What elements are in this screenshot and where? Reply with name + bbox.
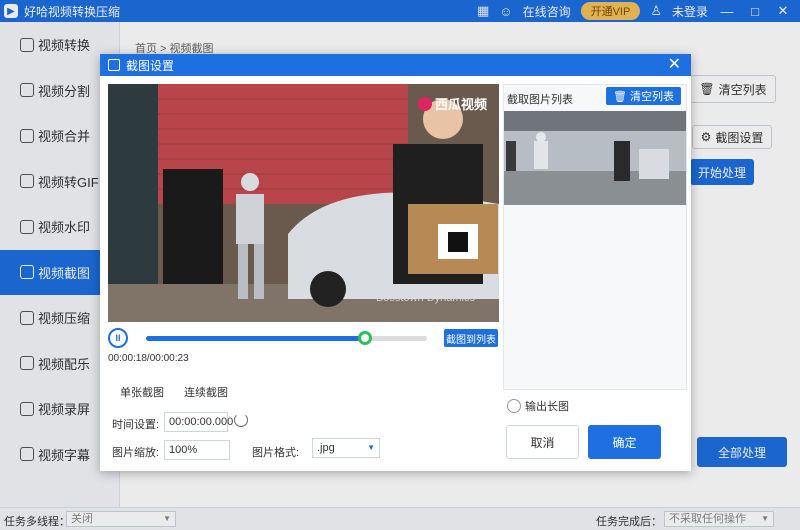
time-input[interactable]: 00:00:00.000 (164, 412, 233, 432)
long-image-label: 输出长图 (525, 401, 569, 413)
dialog-clear-list-button[interactable]: 🗑 清空列表 (606, 87, 681, 105)
image-format-value: .jpg (317, 442, 335, 454)
image-format-select[interactable]: .jpg ▼ (312, 438, 380, 458)
screenshot-settings-dialog: 截图设置 ✕ 西瓜视频 Bosstown Dynamics II 截图到列表 0… (100, 54, 691, 471)
captured-list-panel: 截取图片列表 🗑 清空列表 (503, 84, 687, 390)
captured-thumbnail[interactable] (504, 111, 686, 205)
pause-button[interactable]: II (108, 328, 128, 348)
progress-handle[interactable] (358, 331, 373, 345)
clear-list-label: 清空列表 (629, 91, 674, 103)
watermark-text: 西瓜视频 (434, 97, 487, 112)
dialog-icon (108, 59, 120, 71)
chevron-down-icon: ▼ (367, 443, 375, 452)
progress-track[interactable] (146, 331, 427, 345)
cancel-button[interactable]: 取消 (506, 425, 579, 459)
long-image-option[interactable]: 输出长图 (507, 398, 569, 414)
confirm-button[interactable]: 确定 (588, 425, 661, 459)
capture-mode-tabs: 单张截图 连续截图 (120, 384, 228, 402)
xigua-logo-icon (417, 96, 432, 111)
trash-icon: 🗑 (613, 90, 627, 103)
dialog-header: 截图设置 (100, 54, 691, 76)
image-format-label: 图片格式: (252, 447, 300, 459)
video-watermark: 西瓜视频 (417, 94, 487, 113)
progress-fill (146, 336, 366, 341)
image-scale-input[interactable]: 100% (164, 440, 230, 460)
video-preview[interactable]: 西瓜视频 Bosstown Dynamics (108, 84, 499, 322)
long-image-radio[interactable] (507, 399, 521, 413)
tab-continuous-capture[interactable]: 连续截图 (184, 384, 228, 402)
video-caption: Bosstown Dynamics (375, 292, 475, 304)
capture-to-list-button[interactable]: 截图到列表 (444, 329, 498, 347)
timecode: 00:00:18/00:00:23 (108, 353, 189, 364)
time-setting-label: 时间设置: (112, 419, 160, 431)
player-controls: II 截图到列表 (108, 328, 499, 348)
image-scale-label: 图片缩放: (112, 447, 160, 459)
thumbnail-image (504, 111, 686, 205)
dialog-title: 截图设置 (126, 58, 175, 73)
reset-icon[interactable] (234, 413, 248, 427)
video-frame (108, 84, 499, 322)
dialog-close-icon[interactable]: ✕ (668, 57, 681, 73)
tab-single-capture[interactable]: 单张截图 (120, 384, 164, 402)
captured-list-title: 截取图片列表 (507, 94, 573, 106)
